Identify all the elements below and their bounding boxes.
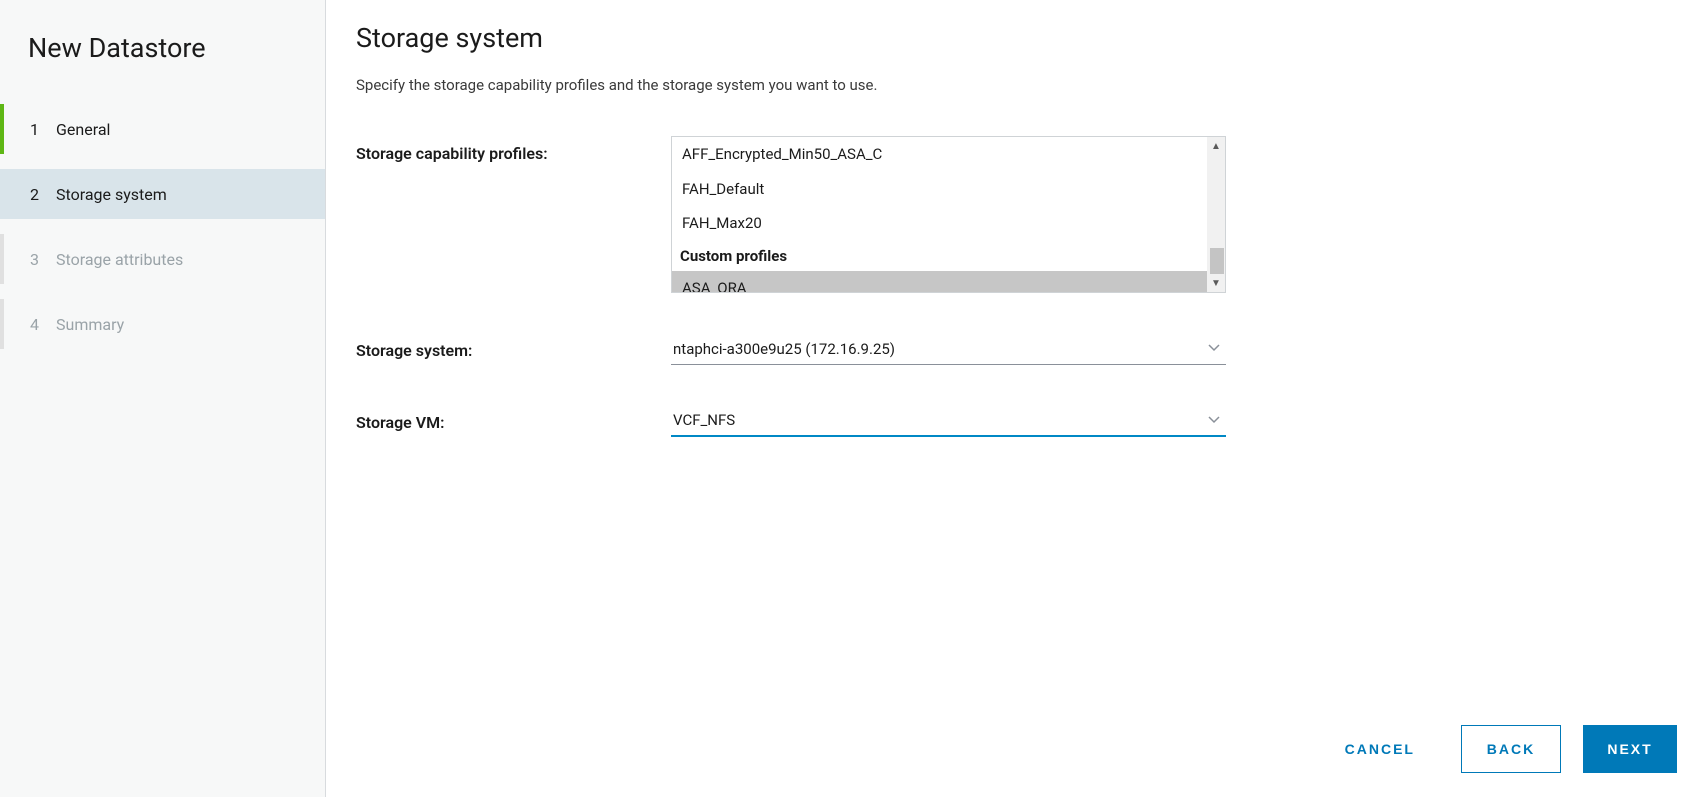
step-label: General — [56, 120, 110, 139]
profile-heading: Custom profiles — [672, 241, 1225, 272]
scroll-up-icon[interactable]: ▲ — [1207, 137, 1225, 155]
chevron-down-icon — [1208, 413, 1220, 428]
wizard-title: New Datastore — [0, 22, 325, 94]
profile-item[interactable]: FAH_Max20 — [672, 206, 1225, 241]
chevron-down-icon — [1208, 341, 1220, 356]
storage-profiles-listbox[interactable]: AFF_Encrypted_Min50_ASA_C FAH_Default FA… — [671, 136, 1226, 293]
page-title: Storage system — [356, 22, 1677, 54]
back-button[interactable]: BACK — [1461, 725, 1561, 773]
profile-item[interactable]: AFF_Encrypted_Min50_ASA_C — [672, 137, 1225, 172]
listbox-scrollbar[interactable]: ▲ ▼ — [1207, 137, 1225, 292]
storage-system-dropdown[interactable]: ntaphci-a300e9u25 (172.16.9.25) — [671, 333, 1226, 365]
label-storage-system: Storage system: — [356, 333, 671, 360]
dropdown-value: ntaphci-a300e9u25 (172.16.9.25) — [673, 340, 895, 358]
cancel-button[interactable]: CANCEL — [1321, 725, 1439, 773]
wizard-footer: CANCEL BACK NEXT — [1321, 725, 1677, 773]
main-content: Storage system Specify the storage capab… — [326, 0, 1707, 797]
wizard-steps: 1 General 2 Storage system 3 Storage att… — [0, 104, 325, 349]
row-storage-vm: Storage VM: VCF_NFS — [356, 405, 1677, 437]
dropdown-value: VCF_NFS — [673, 411, 735, 429]
step-label: Storage system — [56, 185, 167, 204]
label-storage-vm: Storage VM: — [356, 405, 671, 432]
step-number: 4 — [30, 315, 50, 334]
next-button[interactable]: NEXT — [1583, 725, 1677, 773]
page-description: Specify the storage capability profiles … — [356, 76, 1677, 94]
storage-vm-dropdown[interactable]: VCF_NFS — [671, 405, 1226, 437]
step-general[interactable]: 1 General — [0, 104, 325, 154]
step-label: Storage attributes — [56, 250, 183, 269]
row-storage-system: Storage system: ntaphci-a300e9u25 (172.1… — [356, 333, 1677, 365]
profile-item[interactable]: FAH_Default — [672, 172, 1225, 207]
step-number: 1 — [30, 120, 50, 139]
label-storage-profiles: Storage capability profiles: — [356, 136, 671, 163]
step-number: 3 — [30, 250, 50, 269]
row-storage-profiles: Storage capability profiles: AFF_Encrypt… — [356, 136, 1677, 293]
step-number: 2 — [30, 185, 50, 204]
profile-item-selected[interactable]: ASA_ORA — [672, 271, 1225, 292]
sidebar: New Datastore 1 General 2 Storage system… — [0, 0, 326, 797]
listbox-content: AFF_Encrypted_Min50_ASA_C FAH_Default FA… — [672, 137, 1225, 292]
step-label: Summary — [56, 315, 124, 334]
step-storage-system[interactable]: 2 Storage system — [0, 169, 325, 219]
step-summary: 4 Summary — [0, 299, 325, 349]
step-storage-attributes: 3 Storage attributes — [0, 234, 325, 284]
scroll-thumb[interactable] — [1210, 248, 1224, 274]
scroll-down-icon[interactable]: ▼ — [1207, 274, 1225, 292]
